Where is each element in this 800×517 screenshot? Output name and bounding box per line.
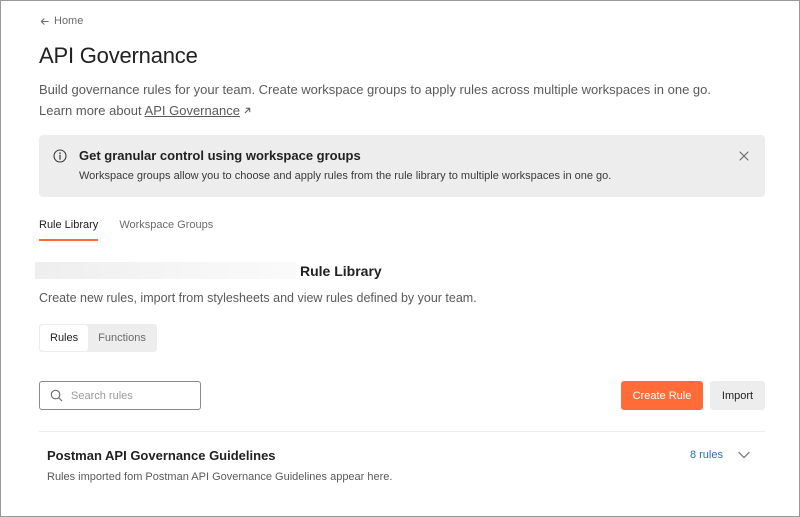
section-title: Rule Library: [300, 263, 382, 279]
rules-functions-toggle: Rules Functions: [39, 324, 157, 352]
rule-group-description: Rules imported fom Postman API Governanc…: [47, 471, 393, 483]
chevron-down-icon[interactable]: [737, 449, 751, 461]
learn-more-prefix: Learn more about: [39, 103, 145, 118]
description-text: Build governance rules for your team. Cr…: [39, 82, 712, 97]
banner-title: Get granular control using workspace gro…: [79, 148, 361, 163]
back-home-link[interactable]: Home: [39, 15, 83, 27]
search-input[interactable]: [71, 389, 191, 402]
arrow-left-icon: [40, 17, 49, 25]
search-box: [39, 381, 201, 410]
rule-group-row[interactable]: Postman API Governance Guidelines Rules …: [39, 432, 765, 492]
tab-workspace-groups[interactable]: Workspace Groups: [119, 219, 213, 241]
segment-functions[interactable]: Functions: [88, 325, 156, 351]
segment-rules[interactable]: Rules: [40, 325, 89, 351]
info-icon: [53, 149, 67, 163]
tab-rule-library[interactable]: Rule Library: [39, 219, 99, 241]
page-description: Build governance rules for your team. Cr…: [39, 79, 769, 121]
rule-count-link[interactable]: 8 rules: [690, 449, 723, 461]
search-icon: [50, 389, 63, 402]
import-button[interactable]: Import: [710, 381, 765, 410]
rule-group-title: Postman API Governance Guidelines: [47, 448, 276, 463]
info-banner: Get granular control using workspace gro…: [39, 135, 765, 197]
page-title: API Governance: [39, 43, 198, 68]
back-label: Home: [54, 15, 84, 27]
section-description: Create new rules, import from stylesheet…: [39, 291, 477, 305]
api-governance-link[interactable]: API Governance: [145, 103, 240, 118]
create-rule-button[interactable]: Create Rule: [621, 381, 703, 410]
close-icon[interactable]: [737, 149, 751, 163]
banner-text: Workspace groups allow you to choose and…: [79, 170, 612, 182]
external-link-icon: [244, 107, 251, 114]
tab-bar: Rule Library Workspace Groups: [39, 219, 213, 241]
page-frame: Home API Governance Build governance rul…: [0, 0, 800, 517]
loading-placeholder: [35, 262, 296, 279]
